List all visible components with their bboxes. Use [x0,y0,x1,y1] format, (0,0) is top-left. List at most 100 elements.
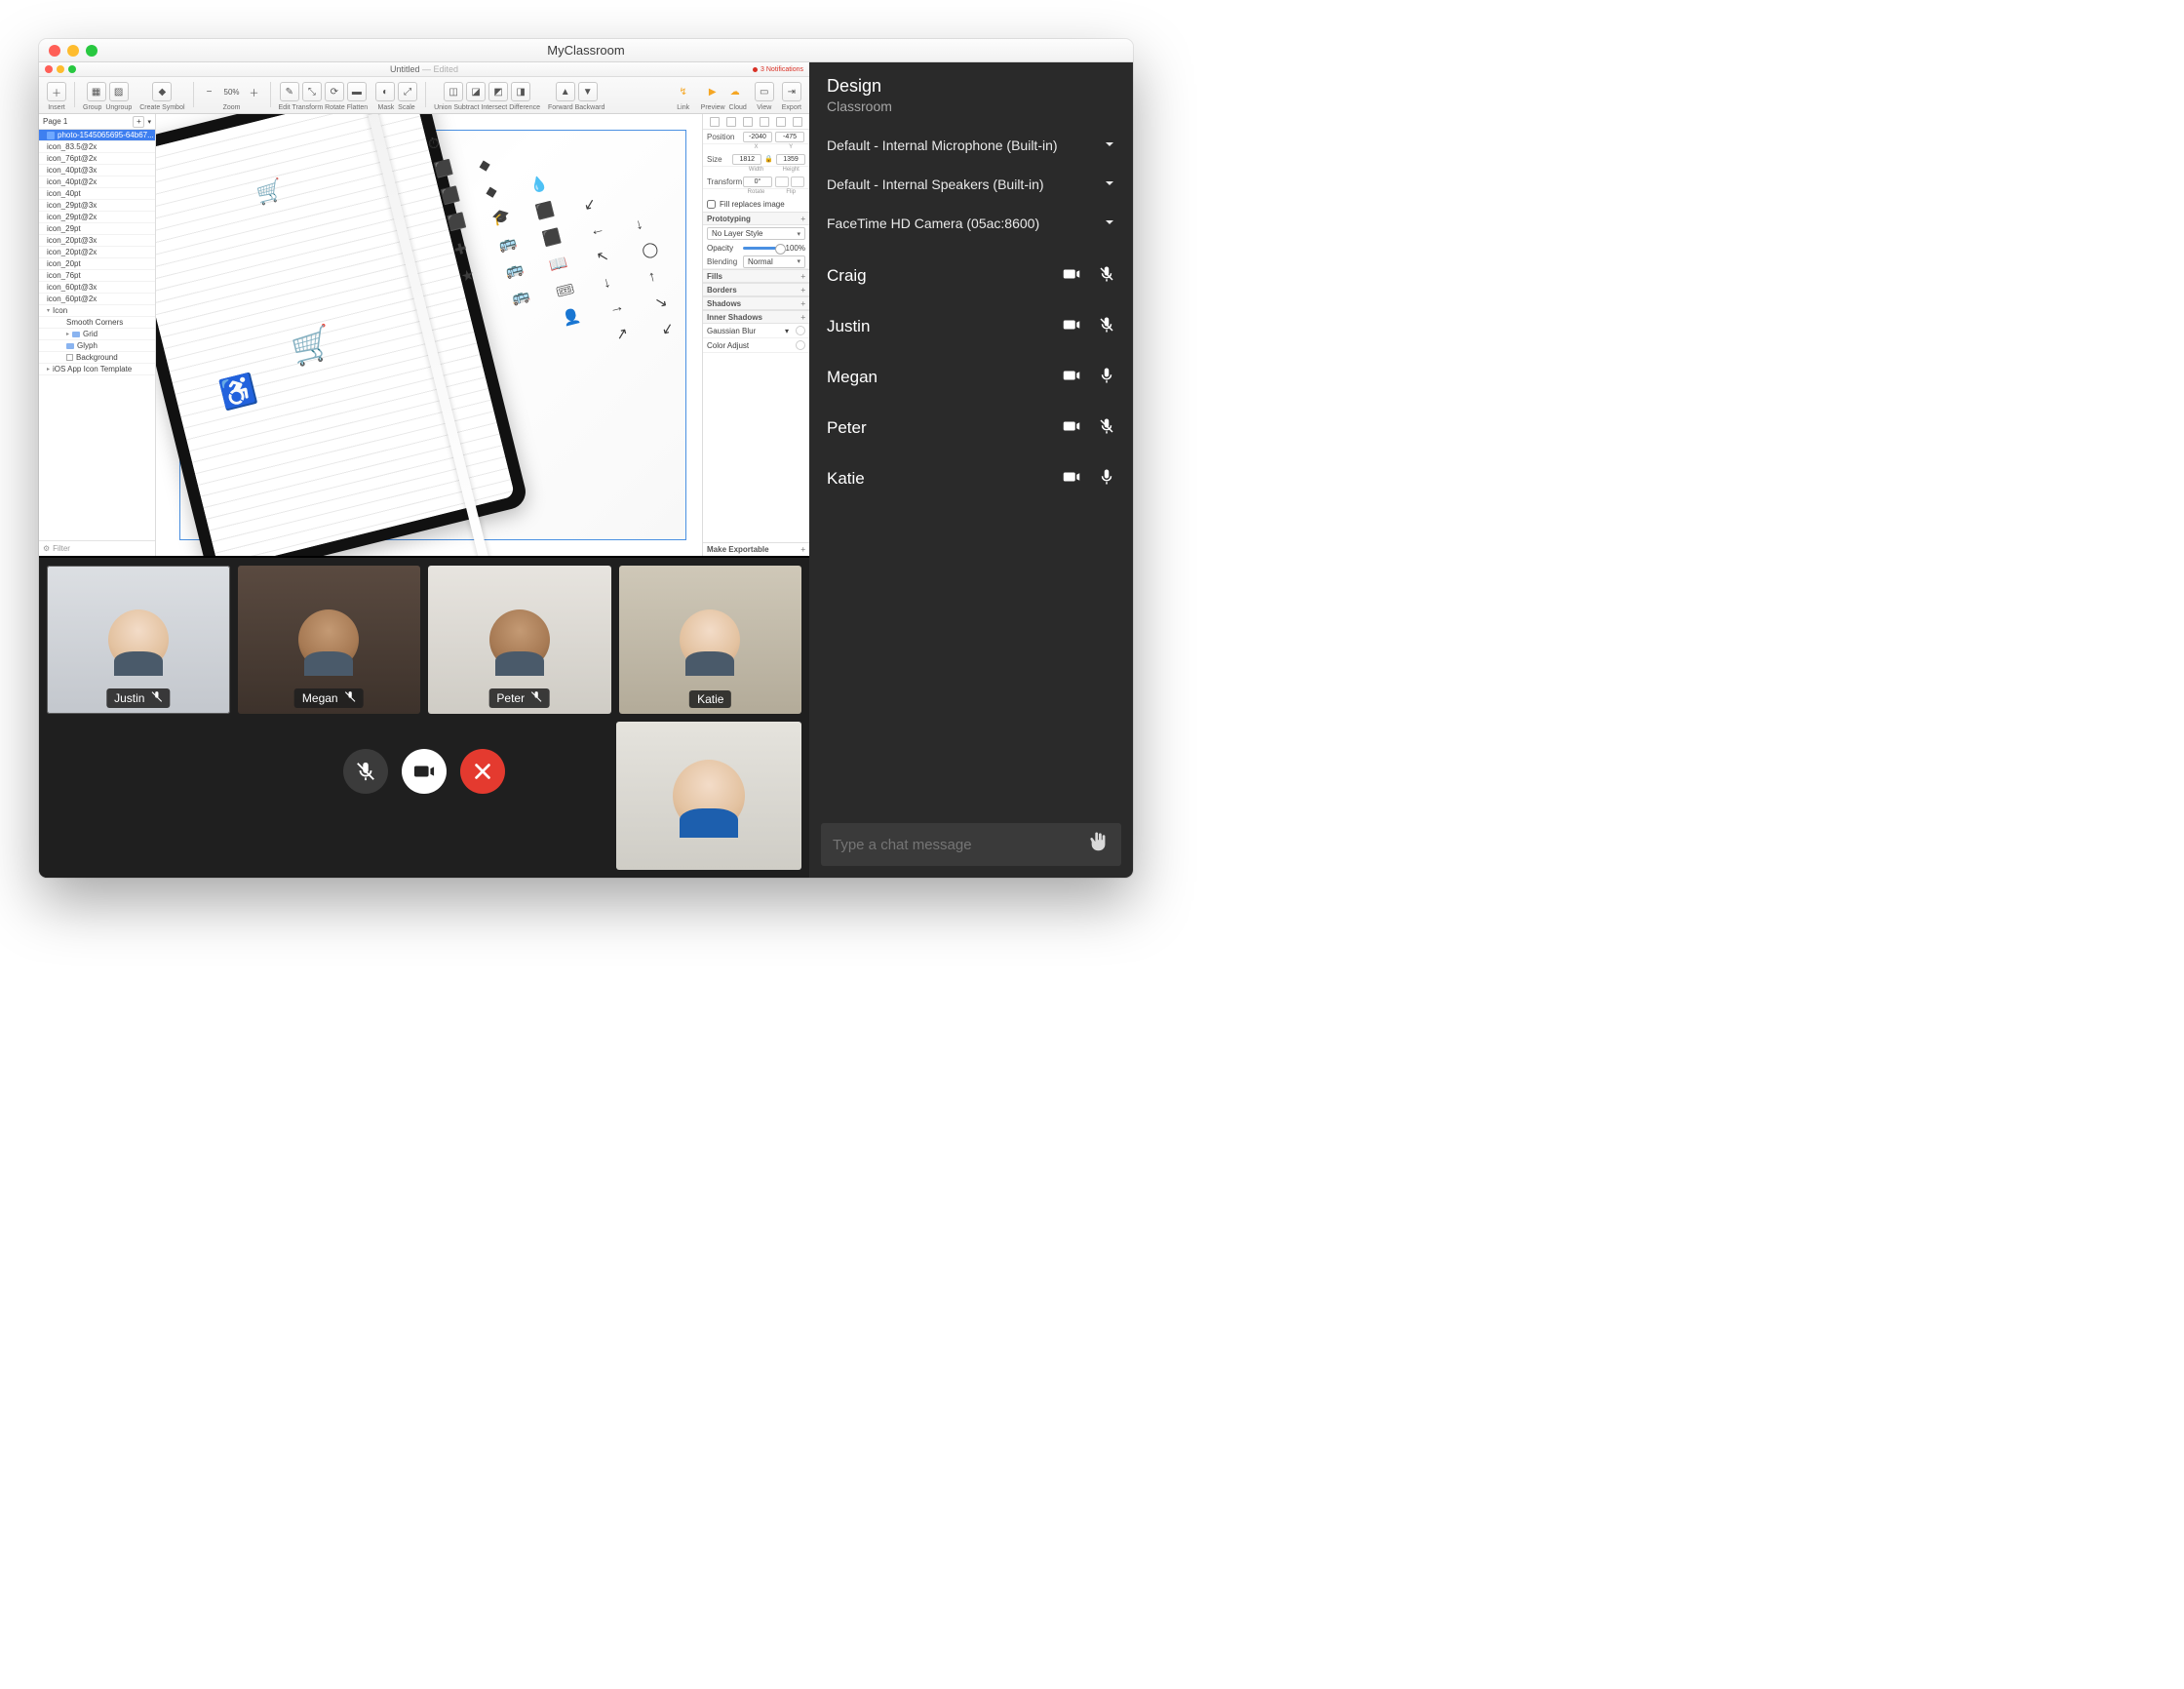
zoom-out-button[interactable]: − [202,82,217,101]
add-border-button[interactable]: + [800,286,805,295]
mute-button[interactable] [343,749,388,794]
intersect-button[interactable]: ◩ [488,82,508,101]
height-input[interactable] [776,154,805,165]
layer-item[interactable]: ▸iOS App Icon Template [39,364,155,375]
forward-button[interactable]: ▲ [556,82,575,101]
layer-item[interactable]: icon_60pt@2x [39,294,155,305]
union-button[interactable]: ◫ [444,82,463,101]
video-tile[interactable]: Megan [238,566,421,714]
layer-item[interactable]: photo-1545065695-64b67... [39,130,155,141]
participant-mic-button[interactable] [1098,417,1115,440]
rotate-button[interactable]: ⟳ [325,82,344,101]
zoom-in-button[interactable]: ＋ [247,82,262,101]
participant-row[interactable]: Justin [809,301,1133,352]
preview-button[interactable]: ▶ [703,82,722,101]
align-controls[interactable] [703,114,809,130]
layer-item[interactable]: icon_29pt@2x [39,212,155,223]
layer-item[interactable]: icon_83.5@2x [39,141,155,153]
filter-input[interactable]: Filter [39,540,155,556]
minimize-window-button[interactable] [67,45,79,57]
layer-item[interactable]: Background [39,352,155,364]
add-shadow-button[interactable]: + [800,299,805,308]
transform-button[interactable]: ⤡ [302,82,322,101]
zoom-window-button[interactable] [86,45,98,57]
video-tile[interactable]: Katie [619,566,802,714]
video-tile[interactable]: Peter [428,566,611,714]
blending-select[interactable]: Normal [743,255,805,268]
view-button[interactable]: ▭ [755,82,774,101]
participant-row[interactable]: Craig [809,251,1133,301]
flip-h-button[interactable] [775,177,789,187]
participant-row[interactable]: Katie [809,453,1133,504]
chat-input[interactable] [833,837,1088,853]
layer-item[interactable]: ▾Icon [39,305,155,317]
insert-button[interactable]: ＋ [47,82,66,101]
fill-replaces-checkbox[interactable] [707,200,716,209]
layer-style-select[interactable]: No Layer Style [707,227,805,240]
pos-x-input[interactable] [743,132,772,142]
participant-camera-button[interactable] [1063,367,1080,389]
participant-row[interactable]: Peter [809,403,1133,453]
edit-button[interactable]: ✎ [280,82,299,101]
end-call-button[interactable] [460,749,505,794]
link-button[interactable]: ↯ [674,82,693,101]
layer-item[interactable]: Glyph [39,340,155,352]
microphone-select[interactable]: Default - Internal Microphone (Built-in) [809,126,1133,165]
group-button[interactable]: ▦ [87,82,106,101]
participant-mic-button[interactable] [1098,265,1115,288]
layer-item[interactable]: icon_20pt [39,258,155,270]
video-tile[interactable]: Justin [47,566,230,714]
flip-v-button[interactable] [791,177,804,187]
layer-item[interactable]: icon_20pt@3x [39,235,155,247]
layer-item[interactable]: icon_60pt@3x [39,282,155,294]
ungroup-button[interactable]: ▨ [109,82,129,101]
camera-select[interactable]: FaceTime HD Camera (05ac:8600) [809,204,1133,243]
scale-button[interactable]: ⤢ [398,82,417,101]
participant-camera-button[interactable] [1063,468,1080,491]
add-fill-button[interactable]: + [800,272,805,281]
create-symbol-button[interactable]: ◆ [152,82,172,101]
layer-item[interactable]: ▸Grid [39,329,155,340]
layer-item[interactable]: icon_29pt [39,223,155,235]
layer-item[interactable]: icon_76pt@2x [39,153,155,165]
selected-image[interactable]: 🛒 🛒 ♿ ⏱⬛⬛⬛✚★ ◆◆🎓🚌🚌🚌 💧⬛⬛📖🎟👤 ↙←↖↓→↗ ↓◯↑↘↙ [179,130,686,540]
participant-row[interactable]: Megan [809,352,1133,403]
rotate-input[interactable] [743,177,772,187]
mask-button[interactable]: ◐ [375,82,395,101]
opacity-slider[interactable] [743,247,783,250]
add-prototyping-button[interactable]: + [800,215,805,223]
layer-item[interactable]: icon_20pt@2x [39,247,155,258]
layer-item[interactable]: icon_76pt [39,270,155,282]
layer-item[interactable]: icon_40pt@3x [39,165,155,177]
add-export-button[interactable]: + [800,545,805,554]
difference-button[interactable]: ◨ [511,82,530,101]
participant-mic-button[interactable] [1098,316,1115,338]
make-exportable[interactable]: Make Exportable [707,545,769,554]
camera-button[interactable] [402,749,447,794]
backward-button[interactable]: ▼ [578,82,598,101]
page-selector[interactable]: Page 1+ [39,114,155,130]
flatten-button[interactable]: ▬ [347,82,367,101]
layer-item[interactable]: icon_40pt [39,188,155,200]
canvas[interactable]: 🛒 🛒 ♿ ⏱⬛⬛⬛✚★ ◆◆🎓🚌🚌🚌 💧⬛⬛📖🎟👤 ↙←↖↓→↗ ↓◯↑↘↙ [156,114,702,556]
color-adjust-toggle[interactable] [796,340,805,350]
subtract-button[interactable]: ◪ [466,82,486,101]
speaker-select[interactable]: Default - Internal Speakers (Built-in) [809,165,1133,204]
layer-item[interactable]: icon_40pt@2x [39,177,155,188]
participant-mic-button[interactable] [1098,367,1115,389]
layer-item[interactable]: icon_29pt@3x [39,200,155,212]
close-window-button[interactable] [49,45,60,57]
notifications-badge[interactable]: 3 Notifications [753,66,803,73]
export-button[interactable]: ⇥ [782,82,801,101]
participant-camera-button[interactable] [1063,265,1080,288]
pos-y-input[interactable] [775,132,804,142]
add-inner-shadow-button[interactable]: + [800,313,805,322]
participant-camera-button[interactable] [1063,316,1080,338]
participant-camera-button[interactable] [1063,417,1080,440]
participant-mic-button[interactable] [1098,468,1115,491]
layer-item[interactable]: Smooth Corners [39,317,155,329]
self-video-tile[interactable] [616,722,801,870]
gaussian-toggle[interactable] [796,326,805,335]
cloud-button[interactable]: ☁ [725,82,745,101]
raise-hand-button[interactable] [1088,832,1110,858]
